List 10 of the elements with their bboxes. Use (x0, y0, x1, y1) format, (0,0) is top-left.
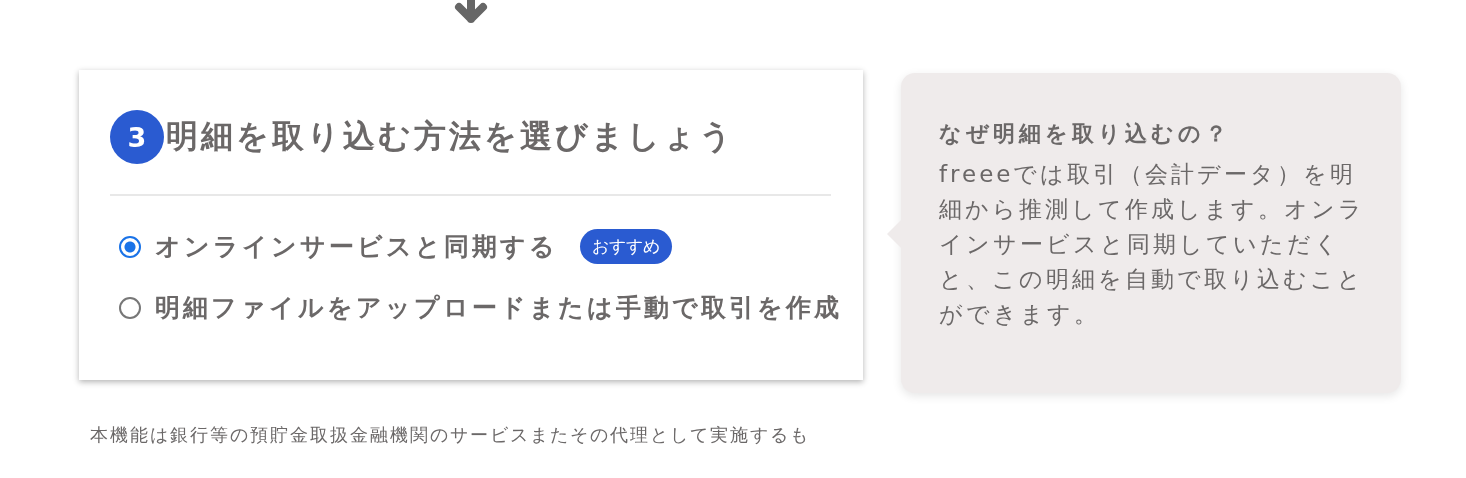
radio-button[interactable] (119, 296, 141, 319)
step-title: 明細を取り込む方法を選びましょう (166, 116, 735, 157)
radio-button[interactable] (119, 235, 141, 258)
option-label[interactable]: オンラインサービスと同期する (155, 230, 558, 263)
recommended-badge: おすすめ (580, 229, 672, 264)
tip-text: freeeでは取引（会計データ）を明細から推測して作成します。オンラインサービスと同期していただくと、この明細を自動で取り込むことができます。 (939, 160, 1366, 329)
tip-title: なぜ明細を取り込むの？ (939, 120, 1232, 148)
disclaimer-text: 本機能は銀行等の預貯金取扱金融機関のサービスまたその代理として実施するも (90, 423, 811, 447)
step-number: 3 (110, 110, 164, 164)
option-label[interactable]: 明細ファイルをアップロードまたは手動で取引を作成 (155, 291, 842, 324)
